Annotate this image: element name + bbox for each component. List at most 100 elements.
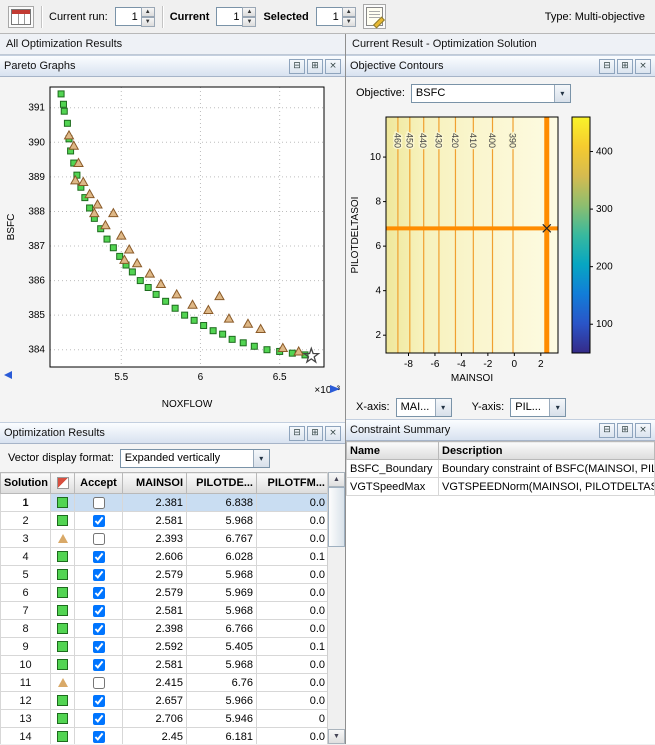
flag-cell[interactable] [50,727,75,744]
pilotfm-cell[interactable]: 0.0 [256,673,329,692]
solution-cell[interactable]: 13 [0,709,51,728]
accept-cell[interactable] [74,493,123,512]
results-float-button[interactable]: ⊞ [307,425,323,441]
mainsoi-cell[interactable]: 2.581 [122,601,187,620]
accept-checkbox[interactable] [92,532,105,545]
accept-checkbox[interactable] [92,640,105,653]
chevron-down-icon[interactable]: ▾ [252,449,269,467]
constraint-row[interactable]: BSFC_Boundary Boundary constraint of BSFC… [346,459,655,478]
mainsoi-cell[interactable]: 2.398 [122,619,187,638]
solution-cell[interactable]: 8 [0,619,51,638]
contour-chart[interactable]: 460 450 440 430 420 410 400 390 -8 -6 -4 -2 0 2 2 4 6 8 10… [346,109,652,389]
pareto-float-button[interactable]: ⊞ [307,58,323,74]
accept-checkbox[interactable] [92,658,105,671]
accept-cell[interactable] [74,727,123,744]
pilotdeltasoi-cell[interactable]: 6.028 [186,547,257,566]
accept-checkbox[interactable] [92,550,105,563]
contours-float-button[interactable]: ⊞ [617,58,633,74]
export-pad-button[interactable] [362,4,386,29]
solution-cell[interactable]: 5 [0,565,51,584]
solution-cell[interactable]: 7 [0,601,51,620]
chevron-down-icon[interactable]: ▾ [549,398,566,416]
mainsoi-cell[interactable]: 2.581 [122,511,187,530]
chevron-down-icon[interactable]: ▾ [434,398,451,416]
pilotdeltasoi-cell[interactable]: 6.767 [186,529,257,548]
current-run-input[interactable] [114,7,141,26]
pareto-close-button[interactable]: × [325,58,341,74]
pilotdeltasoi-cell[interactable]: 6.838 [186,493,257,512]
table-row[interactable]: 3 2.393 6.767 0.0 [0,529,329,548]
mainsoi-cell[interactable]: 2.415 [122,673,187,692]
mainsoi-cell[interactable]: 2.657 [122,691,187,710]
pilotfm-cell[interactable]: 0.0 [256,565,329,584]
current-run-spinner[interactable]: ▲ ▼ [114,7,155,27]
mainsoi-cell[interactable]: 2.706 [122,709,187,728]
accept-checkbox[interactable] [92,514,105,527]
mainsoi-cell[interactable]: 2.579 [122,565,187,584]
contours-dock-button[interactable]: ⊟ [599,58,615,74]
flag-cell[interactable] [50,619,75,638]
accept-cell[interactable] [74,691,123,710]
xaxis-select[interactable]: MAI... ▾ [395,397,452,417]
accept-checkbox[interactable] [92,604,105,617]
accept-checkbox[interactable] [92,730,105,743]
pilotdeltasoi-cell[interactable]: 6.766 [186,619,257,638]
flag-cell[interactable] [50,691,75,710]
accept-cell[interactable] [74,529,123,548]
table-row[interactable]: 9 2.592 5.405 0.1 [0,637,329,656]
accept-checkbox[interactable] [92,496,105,509]
pilotdeltasoi-cell[interactable]: 5.968 [186,655,257,674]
constraint-row[interactable]: VGTSpeedMax VGTSPEEDNorm(MAINSOI, PILOTDE… [346,477,655,496]
accept-checkbox[interactable] [92,694,105,707]
accept-cell[interactable] [74,637,123,656]
mainsoi-cell[interactable]: 2.579 [122,583,187,602]
pilotdeltasoi-cell[interactable]: 5.405 [186,637,257,656]
accept-cell[interactable] [74,619,123,638]
accept-cell[interactable] [74,547,123,566]
flag-cell[interactable] [50,565,75,584]
current-up-button[interactable]: ▲ [242,7,257,17]
accept-cell[interactable] [74,673,123,692]
accept-checkbox[interactable] [92,586,105,599]
accept-cell[interactable] [74,565,123,584]
mainsoi-cell[interactable]: 2.393 [122,529,187,548]
selected-input[interactable] [315,7,342,26]
flag-cell[interactable] [50,511,75,530]
results-close-button[interactable]: × [325,425,341,441]
flag-cell[interactable] [50,583,75,602]
solution-cell[interactable]: 12 [0,691,51,710]
solution-cell[interactable]: 1 [0,493,51,512]
results-table-button[interactable] [8,5,34,28]
solution-cell[interactable]: 10 [0,655,51,674]
objective-select[interactable]: BSFC ▾ [410,83,571,103]
pilotfm-cell[interactable]: 0.1 [256,637,329,656]
constraints-dock-button[interactable]: ⊟ [599,422,615,438]
constraints-float-button[interactable]: ⊞ [617,422,633,438]
accept-cell[interactable] [74,583,123,602]
table-row[interactable]: 10 2.581 5.968 0.0 [0,655,329,674]
solution-cell[interactable]: 3 [0,529,51,548]
mainsoi-cell[interactable]: 2.381 [122,493,187,512]
mainsoi-cell[interactable]: 2.581 [122,655,187,674]
constraint-description-cell[interactable]: VGTSPEEDNorm(MAINSOI, PILOTDELTASOI, [438,477,655,496]
selected-spinner[interactable]: ▲ ▼ [315,7,356,27]
current-run-up-button[interactable]: ▲ [140,7,155,17]
flag-cell[interactable] [50,493,75,512]
table-row[interactable]: 2 2.581 5.968 0.0 [0,511,329,530]
solution-cell[interactable]: 6 [0,583,51,602]
results-scrollbar[interactable]: ▲ ▼ [327,472,345,744]
solution-cell[interactable]: 11 [0,673,51,692]
current-down-button[interactable]: ▼ [242,17,257,27]
table-row[interactable]: 12 2.657 5.966 0.0 [0,691,329,710]
selected-down-button[interactable]: ▼ [341,17,356,27]
current-spinner[interactable]: ▲ ▼ [216,7,257,27]
solution-cell[interactable]: 2 [0,511,51,530]
flag-cell[interactable] [50,547,75,566]
scroll-thumb[interactable] [328,487,345,547]
flag-cell[interactable] [50,673,75,692]
constraint-name-cell[interactable]: BSFC_Boundary [346,459,439,478]
selected-up-button[interactable]: ▲ [341,7,356,17]
table-row[interactable]: 6 2.579 5.969 0.0 [0,583,329,602]
mainsoi-cell[interactable]: 2.606 [122,547,187,566]
pareto-chart[interactable]: 5.5 6 6.5 384 385 386 387 388 389 390 391 BSFC NOXFL… [0,77,344,417]
